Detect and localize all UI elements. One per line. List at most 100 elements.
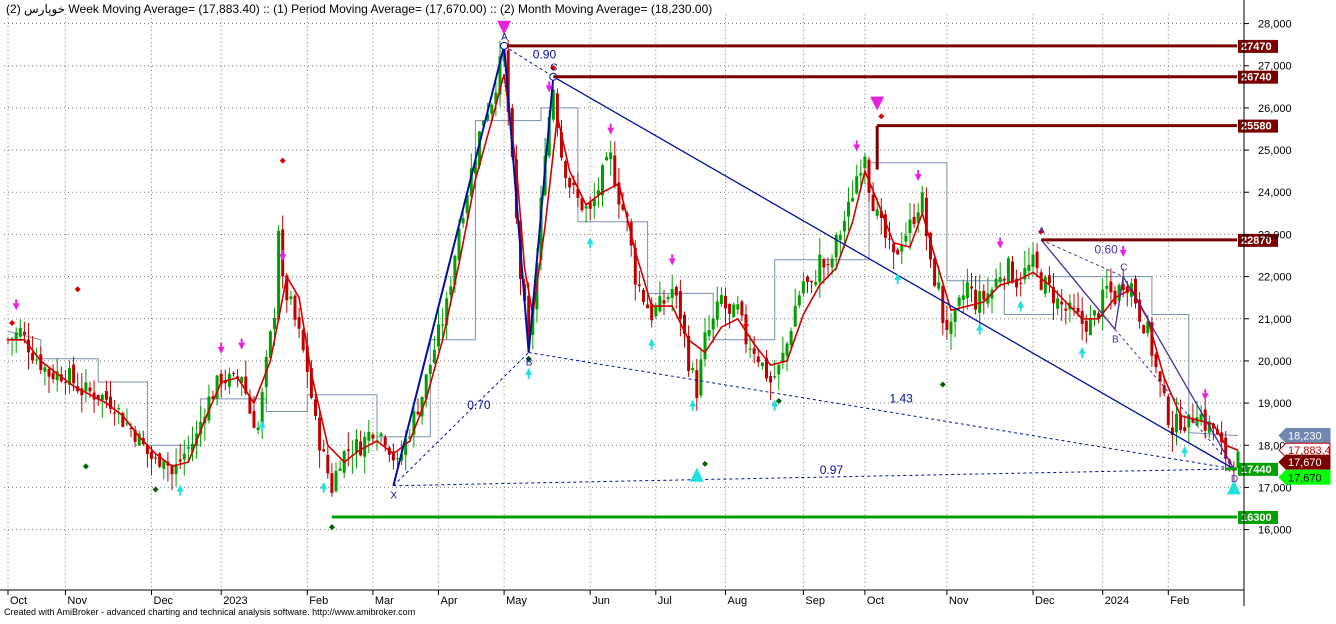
candle-body bbox=[760, 362, 764, 367]
candle-body bbox=[847, 201, 850, 217]
candle-body bbox=[170, 466, 174, 475]
candle-body bbox=[568, 177, 572, 188]
buy-arrow-stem bbox=[179, 491, 182, 496]
candle-body bbox=[953, 308, 957, 323]
candle-body bbox=[297, 317, 301, 329]
candle-body bbox=[842, 220, 846, 232]
candle-body bbox=[1142, 325, 1146, 334]
candle-body bbox=[920, 192, 924, 213]
candle-body bbox=[637, 284, 641, 286]
candle-body bbox=[949, 321, 953, 335]
candle-body bbox=[818, 254, 822, 283]
candle-body bbox=[1088, 317, 1092, 336]
candle-body bbox=[1175, 413, 1178, 433]
candle-body bbox=[724, 296, 727, 309]
candle-body bbox=[437, 324, 440, 347]
candle-body bbox=[113, 412, 117, 414]
x-tick-label: Aug bbox=[728, 595, 748, 607]
footer-credit: Created with AmiBroker - advanced charti… bbox=[4, 607, 416, 617]
level-badge-label: 26740 bbox=[1241, 72, 1272, 84]
y-tick-label: 20,000 bbox=[1258, 356, 1292, 368]
candle-body bbox=[14, 332, 18, 340]
candle-body bbox=[609, 152, 613, 160]
candle-body bbox=[584, 206, 588, 209]
candle-body bbox=[104, 391, 108, 400]
candle-body bbox=[674, 286, 678, 296]
x-tick-label: Dec bbox=[154, 595, 174, 607]
x-tick-label: Feb bbox=[309, 595, 328, 607]
candle-body bbox=[863, 156, 867, 169]
y-tick-label: 19,000 bbox=[1258, 398, 1292, 410]
candle-body bbox=[654, 306, 658, 317]
candle-body bbox=[1166, 396, 1170, 426]
candle-body bbox=[1060, 301, 1064, 305]
buy-arrow-stem bbox=[527, 374, 530, 379]
buy-arrow-stem bbox=[650, 345, 653, 350]
candle-body bbox=[945, 319, 949, 330]
x-tick-label: Apr bbox=[441, 595, 458, 607]
candle-body bbox=[965, 282, 969, 299]
candle-body bbox=[432, 349, 436, 363]
y-tick-label: 16,000 bbox=[1258, 525, 1292, 537]
candle-body bbox=[346, 449, 350, 451]
candle-body bbox=[662, 300, 666, 304]
candle-body bbox=[355, 439, 358, 453]
candle-body bbox=[117, 408, 121, 410]
candle-body bbox=[330, 473, 334, 493]
candle-body bbox=[855, 176, 859, 194]
candle-body bbox=[1105, 285, 1109, 289]
candle-body bbox=[998, 277, 1002, 283]
candle-body bbox=[777, 364, 781, 375]
candle-body bbox=[367, 431, 371, 441]
pattern-point-label: X bbox=[390, 491, 397, 502]
y-tick-label: 21,000 bbox=[1258, 314, 1292, 326]
candle-body bbox=[31, 352, 35, 361]
buy-arrow-stem bbox=[978, 330, 981, 335]
candle-body bbox=[277, 230, 281, 320]
price-badge-label: 17,670 bbox=[1288, 457, 1322, 469]
candle-body bbox=[789, 330, 793, 346]
candle-body bbox=[1056, 298, 1060, 309]
sell-arrow-stem bbox=[1204, 389, 1207, 394]
candle-body bbox=[1019, 282, 1023, 284]
candle-body bbox=[1199, 414, 1203, 421]
y-tick-label: 24,000 bbox=[1258, 187, 1292, 199]
candle-body bbox=[814, 282, 818, 285]
candle-body bbox=[416, 411, 420, 415]
level-badge-label: 27470 bbox=[1241, 41, 1272, 53]
x-tick-label: Dec bbox=[1035, 595, 1055, 607]
x-tick-label: Sep bbox=[805, 595, 825, 607]
candle-body bbox=[232, 372, 235, 374]
sell-arrow-stem bbox=[609, 123, 612, 128]
candle-body bbox=[859, 173, 863, 176]
candle-body bbox=[970, 286, 973, 289]
candle-body bbox=[937, 282, 941, 289]
candle-body bbox=[658, 296, 662, 312]
x-tick-label: Oct bbox=[10, 595, 27, 607]
candle-body bbox=[1109, 281, 1113, 293]
candle-body bbox=[871, 194, 875, 211]
buy-arrow-stem bbox=[1081, 353, 1084, 358]
candle-body bbox=[150, 451, 153, 459]
pattern-point-label: B bbox=[526, 357, 533, 368]
candle-body bbox=[982, 290, 986, 300]
x-tick-label: 2023 bbox=[223, 595, 247, 607]
y-tick-label: 26,000 bbox=[1258, 103, 1292, 115]
candle-body bbox=[1064, 308, 1068, 311]
candle-body bbox=[994, 278, 998, 288]
candle-body bbox=[896, 249, 900, 255]
candle-body bbox=[773, 376, 777, 378]
candle-body bbox=[63, 382, 67, 384]
candle-body bbox=[613, 155, 617, 186]
candle-body bbox=[1011, 261, 1014, 283]
candle-body bbox=[806, 276, 809, 282]
candle-body bbox=[822, 259, 826, 268]
candle-body bbox=[642, 289, 645, 303]
x-tick-label: Nov bbox=[949, 595, 969, 607]
candle-body bbox=[908, 219, 912, 233]
candle-body bbox=[851, 197, 855, 202]
sell-arrow-stem bbox=[220, 342, 223, 347]
candle-body bbox=[100, 394, 104, 401]
level-badge-label: 16300 bbox=[1241, 512, 1272, 524]
candle-body bbox=[1154, 354, 1158, 368]
